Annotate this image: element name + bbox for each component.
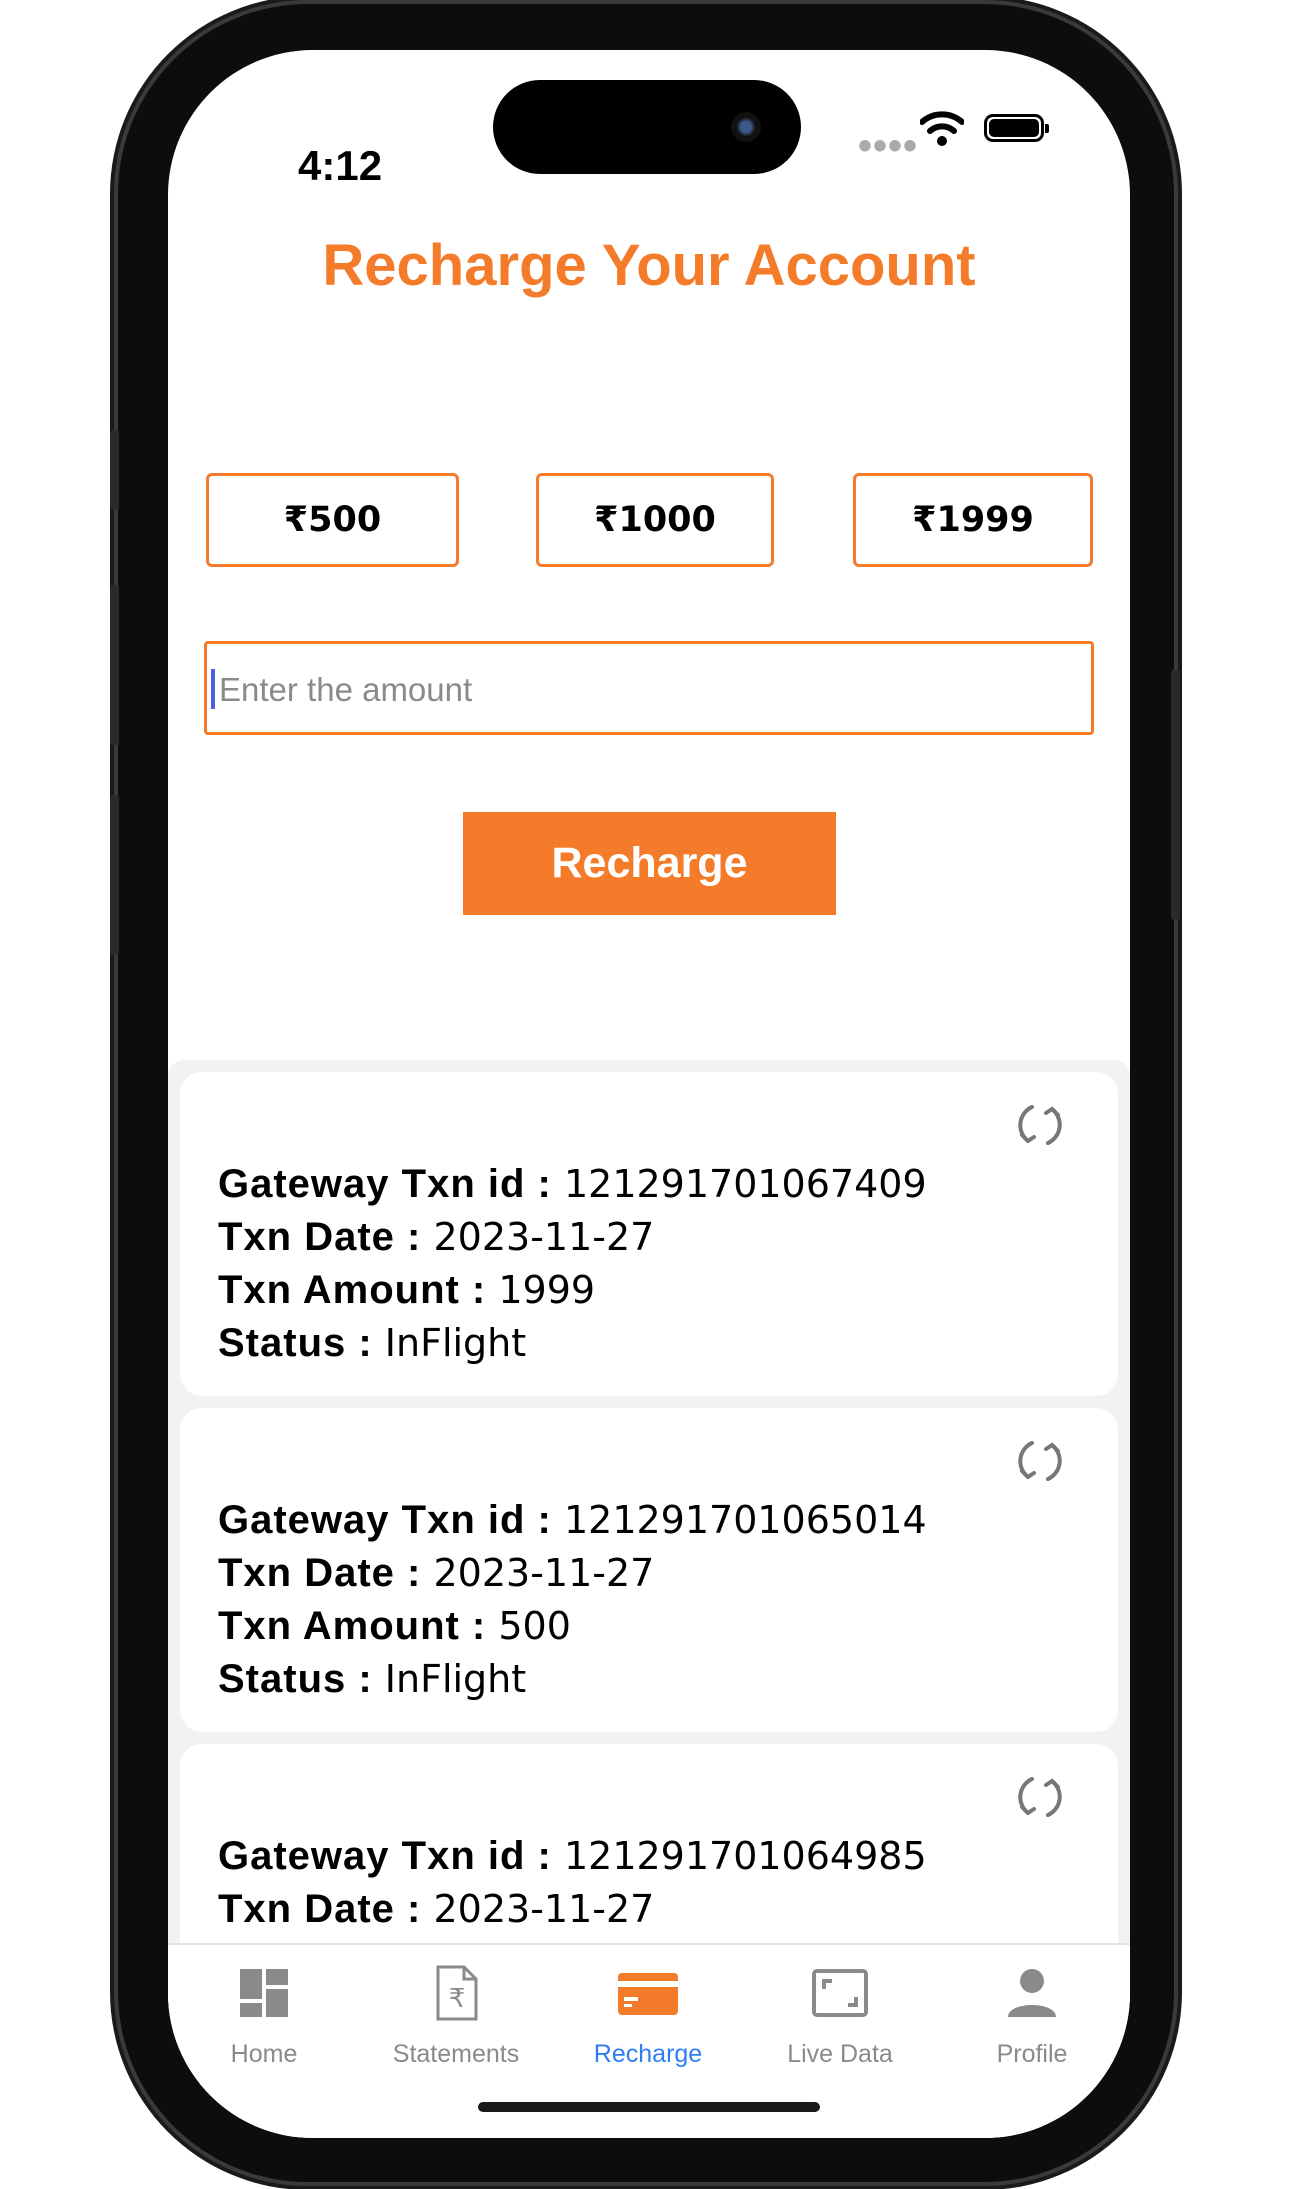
text-caret (211, 669, 215, 709)
action-button (110, 430, 119, 510)
amount-input-placeholder: Enter the amount (219, 671, 473, 708)
txn-status-label: Status : (218, 1657, 385, 1701)
txn-date-label: Txn Date : (218, 1887, 434, 1931)
refresh-icon[interactable] (1012, 1769, 1068, 1825)
txn-amount-label: Txn Amount : (218, 1268, 499, 1312)
transaction-card: Gateway Txn id : 121291701065014 Txn Dat… (180, 1408, 1118, 1732)
tab-profile-label: Profile (996, 2040, 1068, 2068)
card-icon (618, 1973, 678, 2015)
screen-frame-icon (812, 1969, 868, 2017)
txn-date-row: Txn Date : 2023-11-27 (218, 1551, 654, 1596)
volume-up-button (110, 585, 119, 745)
camera-icon (731, 112, 761, 142)
txn-date-value: 2023-11-27 (433, 1887, 655, 1931)
gateway-txn-id-label: Gateway Txn id : (218, 1162, 564, 1206)
gateway-txn-id-label: Gateway Txn id : (218, 1498, 564, 1542)
power-button (1171, 670, 1180, 920)
txn-status-row: Status : InFlight (218, 1321, 526, 1366)
tab-live-data-label: Live Data (787, 2040, 893, 2068)
tab-statements[interactable]: ₹ Statements (360, 1945, 552, 2085)
txn-date-value: 2023-11-27 (433, 1551, 655, 1595)
gateway-txn-id-value: 121291701067409 (563, 1162, 927, 1206)
txn-status-label: Status : (218, 1321, 385, 1365)
gateway-txn-id-row: Gateway Txn id : 121291701064985 (218, 1834, 927, 1879)
txn-amount-value: 500 (498, 1604, 571, 1648)
refresh-icon[interactable] (1012, 1097, 1068, 1153)
amount-input[interactable]: Enter the amount (204, 641, 1094, 735)
svg-text:₹: ₹ (449, 1984, 466, 2014)
gateway-txn-id-label: Gateway Txn id : (218, 1834, 564, 1878)
txn-amount-row: Txn Amount : 1999 (218, 1268, 595, 1313)
txn-status-value: InFlight (384, 1321, 527, 1365)
txn-amount-row: Txn Amount : 500 (218, 1604, 571, 1649)
txn-status-value: InFlight (384, 1657, 527, 1701)
wifi-icon (920, 111, 964, 146)
recharge-button[interactable]: Recharge (463, 812, 836, 915)
tab-statements-label: Statements (392, 2040, 520, 2068)
txn-date-label: Txn Date : (218, 1215, 434, 1259)
tab-recharge[interactable]: Recharge (552, 1945, 744, 2085)
tab-home-label: Home (230, 2040, 298, 2068)
tab-live-data[interactable]: Live Data (744, 1945, 936, 2085)
txn-date-label: Txn Date : (218, 1551, 434, 1595)
gateway-txn-id-value: 121291701065014 (563, 1498, 927, 1542)
txn-amount-value: 1999 (498, 1268, 596, 1312)
gateway-txn-id-row: Gateway Txn id : 121291701067409 (218, 1162, 927, 1207)
status-time: 4:12 (298, 142, 383, 189)
amount-option-500[interactable]: ₹500 (206, 473, 459, 567)
person-icon (1008, 1969, 1056, 2017)
home-indicator[interactable] (478, 2102, 820, 2112)
txn-amount-label: Txn Amount : (218, 1604, 499, 1648)
battery-icon (984, 114, 1049, 142)
app-screen: 4:12 •••• Recharge Your Account ₹500 ₹10… (168, 50, 1130, 2138)
refresh-icon[interactable] (1012, 1433, 1068, 1489)
home-dashboard-icon (240, 1969, 288, 2017)
amount-option-1999[interactable]: ₹1999 (853, 473, 1093, 567)
tab-home[interactable]: Home (168, 1945, 360, 2085)
txn-date-row: Txn Date : 2023-11-27 (218, 1215, 654, 1260)
rupee-document-icon: ₹ (436, 1965, 478, 2021)
tab-recharge-label: Recharge (593, 2040, 703, 2068)
page-title: Recharge Your Account (322, 233, 976, 298)
txn-date-row: Txn Date : 2023-11-27 (218, 1887, 654, 1932)
transaction-card: Gateway Txn id : 121291701067409 Txn Dat… (180, 1072, 1118, 1396)
gateway-txn-id-row: Gateway Txn id : 121291701065014 (218, 1498, 927, 1543)
amount-option-1000[interactable]: ₹1000 (536, 473, 774, 567)
txn-status-row: Status : InFlight (218, 1657, 526, 1702)
signal-dots: •••• (858, 124, 919, 168)
gateway-txn-id-value: 121291701064985 (563, 1834, 927, 1878)
volume-down-button (110, 795, 119, 955)
tab-profile[interactable]: Profile (936, 1945, 1128, 2085)
dynamic-island (493, 80, 801, 174)
txn-date-value: 2023-11-27 (433, 1215, 655, 1259)
